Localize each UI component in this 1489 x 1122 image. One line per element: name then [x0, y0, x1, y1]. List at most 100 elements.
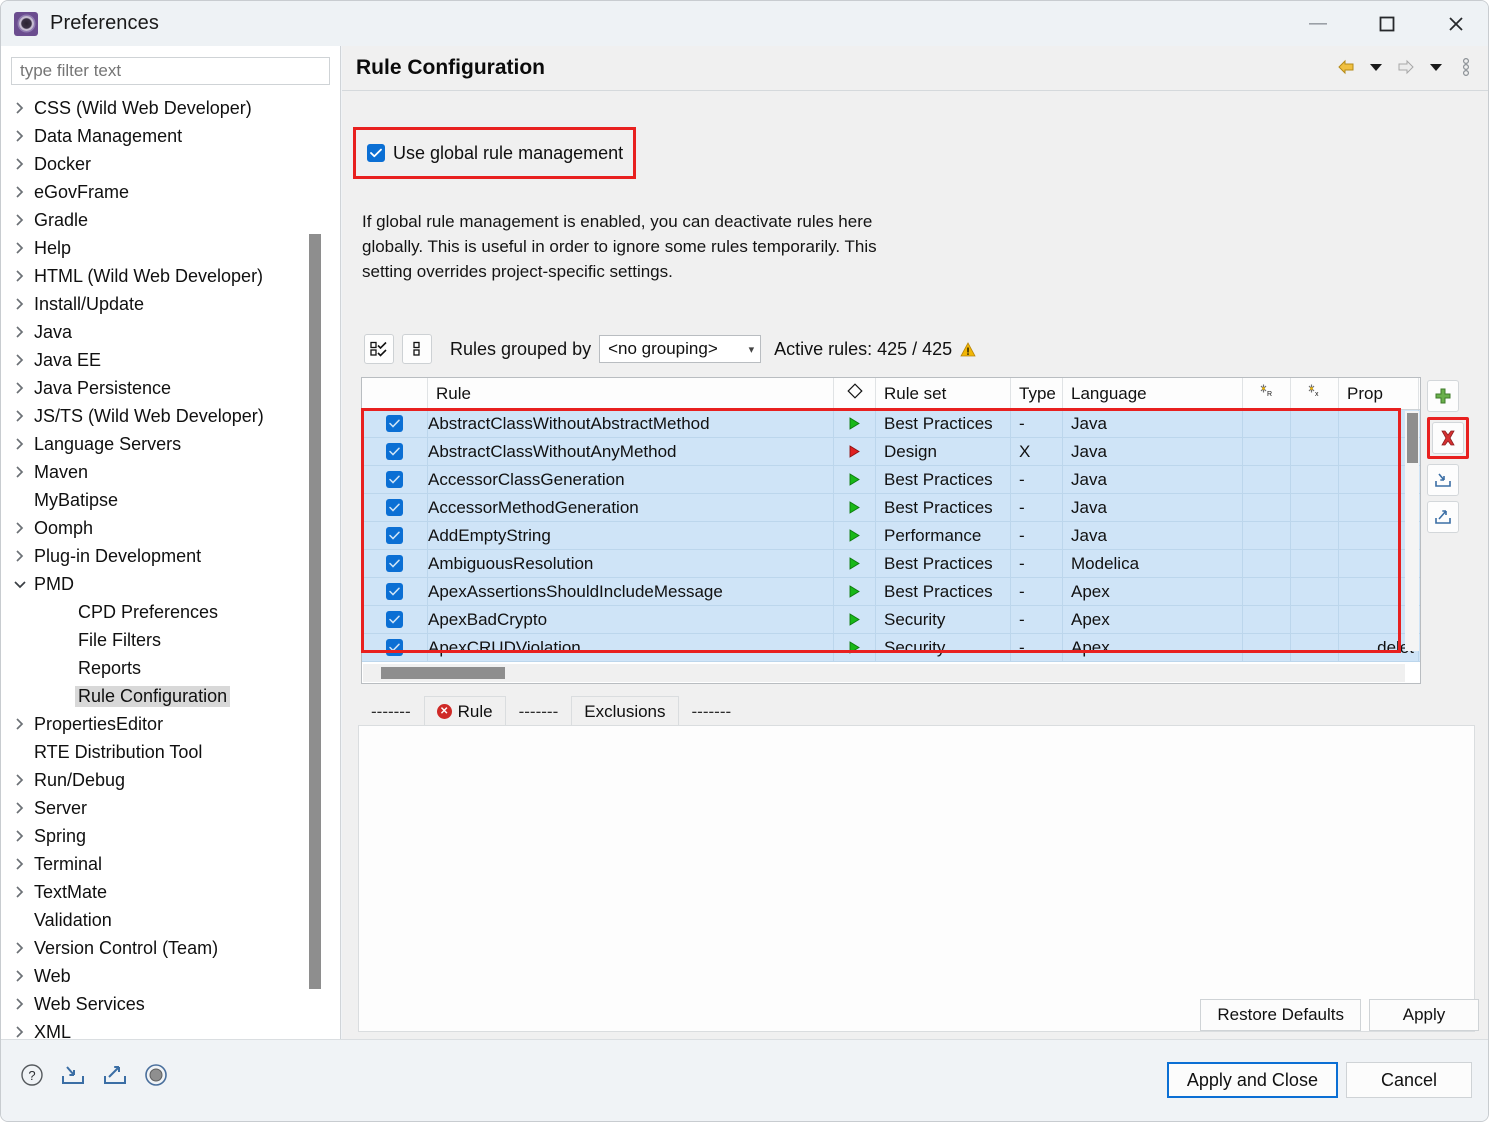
sidebar-item-file-filters[interactable]: File Filters [1, 626, 341, 654]
use-global-rule-management-row[interactable]: Use global rule management [356, 130, 633, 176]
sidebar-item-mybatipse[interactable]: MyBatipse [1, 486, 341, 514]
collapse-list-icon[interactable] [402, 334, 432, 364]
sidebar-item-run-debug[interactable]: Run/Debug [1, 766, 341, 794]
sidebar-item-data-management[interactable]: Data Management [1, 122, 341, 150]
chevron-right-icon[interactable] [9, 997, 31, 1011]
table-row[interactable]: AccessorMethodGenerationBest Practices-J… [362, 494, 1420, 522]
chevron-down-icon[interactable] [9, 579, 31, 589]
chevron-right-icon[interactable] [9, 885, 31, 899]
sidebar-item-version-control-team[interactable]: Version Control (Team) [1, 934, 341, 962]
sidebar-item-reports[interactable]: Reports [1, 654, 341, 682]
sidebar-item-plug-in-development[interactable]: Plug-in Development [1, 542, 341, 570]
column-header-rule[interactable]: Rule [428, 378, 834, 409]
grouping-select[interactable]: <no grouping> ▾ [599, 335, 761, 363]
preferences-tree[interactable]: CSS (Wild Web Developer)Data ManagementD… [1, 94, 341, 1039]
sidebar-item-language-servers[interactable]: Language Servers [1, 430, 341, 458]
chevron-right-icon[interactable] [9, 465, 31, 479]
help-icon[interactable]: ? [19, 1062, 45, 1093]
minimize-button[interactable] [1283, 1, 1352, 46]
column-header-type[interactable]: Type [1011, 378, 1063, 409]
sidebar-item-web[interactable]: Web [1, 962, 341, 990]
chevron-right-icon[interactable] [9, 185, 31, 199]
sidebar-item-spring[interactable]: Spring [1, 822, 341, 850]
sidebar-item-propertieseditor[interactable]: PropertiesEditor [1, 710, 341, 738]
chevron-right-icon[interactable] [9, 409, 31, 423]
sidebar-item-oomph[interactable]: Oomph [1, 514, 341, 542]
export-rules-button[interactable] [1427, 501, 1459, 533]
rule-enabled-checkbox[interactable] [362, 634, 428, 661]
chevron-right-icon[interactable] [9, 941, 31, 955]
rule-enabled-checkbox[interactable] [362, 438, 428, 465]
checkbox-list-icon[interactable] [364, 334, 394, 364]
tab-exclusions[interactable]: Exclusions [571, 696, 678, 726]
sidebar-item-server[interactable]: Server [1, 794, 341, 822]
table-row[interactable]: ApexBadCryptoSecurity-Apex [362, 606, 1420, 634]
import-preferences-icon[interactable] [59, 1063, 87, 1092]
sidebar-item-xml[interactable]: XML [1, 1018, 341, 1039]
chevron-right-icon[interactable] [9, 241, 31, 255]
sidebar-item-java[interactable]: Java [1, 318, 341, 346]
column-header-ruleset[interactable]: Rule set [876, 378, 1011, 409]
sidebar-item-html-wild-web-developer[interactable]: HTML (Wild Web Developer) [1, 262, 341, 290]
chevron-right-icon[interactable] [9, 717, 31, 731]
table-row[interactable]: ApexAssertionsShouldIncludeMessageBest P… [362, 578, 1420, 606]
rule-enabled-checkbox[interactable] [362, 522, 428, 549]
column-header-fixcount-r[interactable]: R [1243, 378, 1291, 409]
column-header-properties[interactable]: Prop [1339, 378, 1419, 409]
sidebar-item-css-wild-web-developer[interactable]: CSS (Wild Web Developer) [1, 94, 341, 122]
chevron-right-icon[interactable] [9, 297, 31, 311]
chevron-right-icon[interactable] [9, 213, 31, 227]
chevron-right-icon[interactable] [9, 325, 31, 339]
chevron-right-icon[interactable] [9, 269, 31, 283]
chevron-right-icon[interactable] [9, 521, 31, 535]
sidebar-item-docker[interactable]: Docker [1, 150, 341, 178]
view-menu-icon[interactable] [1453, 55, 1479, 79]
sidebar-item-cpd-preferences[interactable]: CPD Preferences [1, 598, 341, 626]
use-global-rule-management-checkbox[interactable] [367, 144, 385, 162]
record-icon[interactable] [143, 1062, 169, 1093]
add-rule-button[interactable] [1427, 380, 1459, 412]
chevron-right-icon[interactable] [9, 129, 31, 143]
forward-arrow-icon[interactable] [1393, 55, 1419, 79]
apply-button[interactable]: Apply [1369, 999, 1479, 1031]
sidebar-item-help[interactable]: Help [1, 234, 341, 262]
back-arrow-icon[interactable] [1333, 55, 1359, 79]
sidebar-item-java-ee[interactable]: Java EE [1, 346, 341, 374]
close-button[interactable] [1421, 1, 1489, 46]
rule-enabled-checkbox[interactable] [362, 606, 428, 633]
rules-table-body[interactable]: AbstractClassWithoutAbstractMethodBest P… [362, 410, 1420, 662]
chevron-right-icon[interactable] [9, 549, 31, 563]
sidebar-item-pmd[interactable]: PMD [1, 570, 341, 598]
sidebar-item-rule-configuration[interactable]: Rule Configuration [1, 682, 341, 710]
chevron-right-icon[interactable] [9, 381, 31, 395]
sidebar-item-egovframe[interactable]: eGovFrame [1, 178, 341, 206]
chevron-right-icon[interactable] [9, 801, 31, 815]
restore-defaults-button[interactable]: Restore Defaults [1200, 999, 1361, 1031]
chevron-right-icon[interactable] [9, 101, 31, 115]
column-header-check[interactable] [362, 378, 428, 409]
import-rules-button[interactable] [1427, 464, 1459, 496]
rules-table[interactable]: Rule Rule set Type Language R [361, 377, 1421, 684]
export-preferences-icon[interactable] [101, 1063, 129, 1092]
rule-enabled-checkbox[interactable] [362, 494, 428, 521]
table-horizontal-scrollbar-thumb[interactable] [381, 667, 505, 679]
table-row[interactable]: AccessorClassGenerationBest Practices-Ja… [362, 466, 1420, 494]
rule-enabled-checkbox[interactable] [362, 550, 428, 577]
rule-enabled-checkbox[interactable] [362, 466, 428, 493]
chevron-right-icon[interactable] [9, 773, 31, 787]
sidebar-item-validation[interactable]: Validation [1, 906, 341, 934]
table-row[interactable]: AddEmptyStringPerformance-Java [362, 522, 1420, 550]
maximize-button[interactable] [1352, 1, 1421, 46]
chevron-right-icon[interactable] [9, 437, 31, 451]
rule-enabled-checkbox[interactable] [362, 578, 428, 605]
table-vertical-scrollbar-thumb[interactable] [1407, 413, 1418, 463]
tab-rule[interactable]: ✕Rule [424, 696, 506, 726]
chevron-right-icon[interactable] [9, 353, 31, 367]
chevron-right-icon[interactable] [9, 1025, 31, 1039]
remove-rule-button[interactable] [1432, 422, 1464, 454]
tree-scrollbar[interactable] [309, 94, 321, 1039]
sidebar-item-textmate[interactable]: TextMate [1, 878, 341, 906]
tree-scrollbar-thumb[interactable] [309, 234, 321, 989]
back-menu-chevron-down-icon[interactable] [1363, 55, 1389, 79]
apply-and-close-button[interactable]: Apply and Close [1167, 1062, 1338, 1098]
